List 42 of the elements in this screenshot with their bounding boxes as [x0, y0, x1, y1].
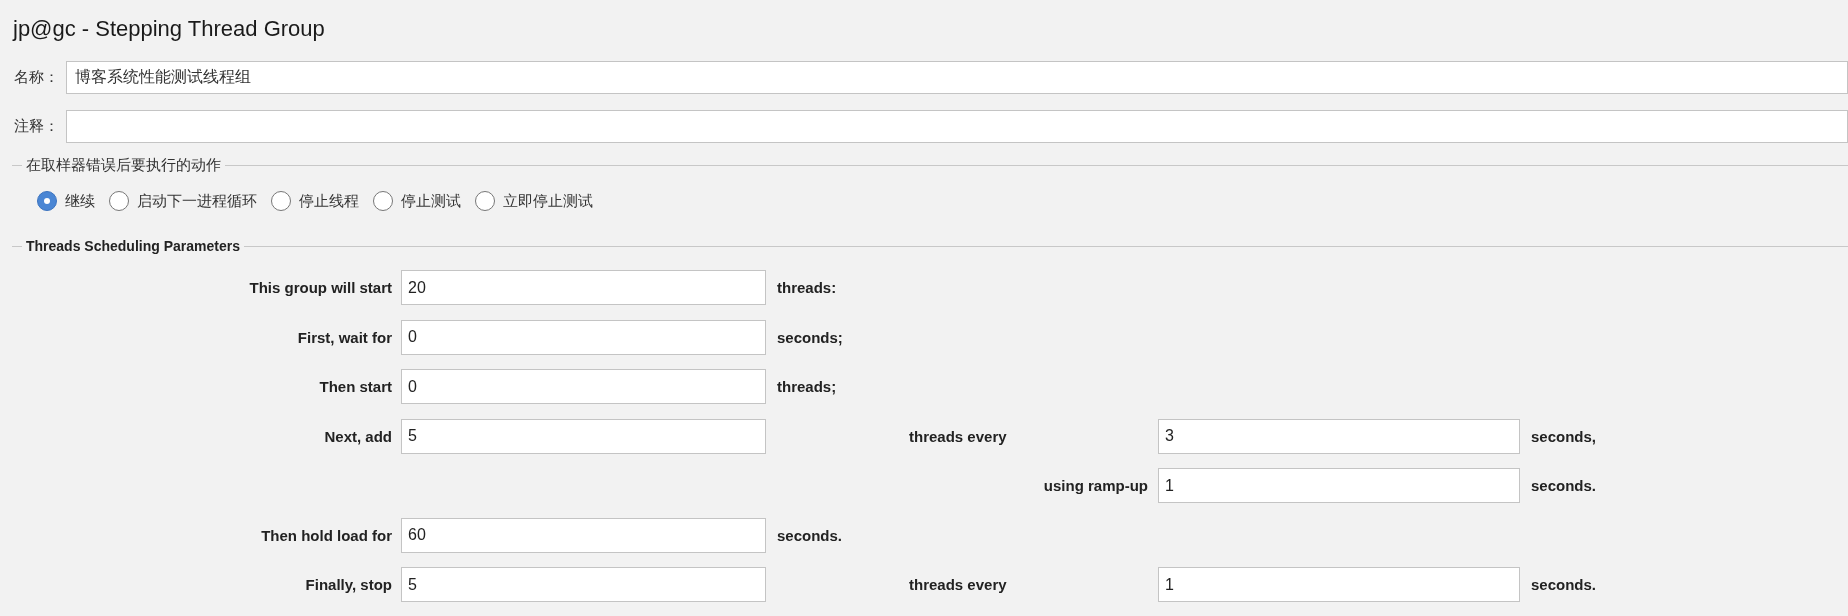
- parameter-label: First, wait for: [297, 328, 392, 346]
- panel-title: jp@gc - Stepping Thread Group: [11, 15, 326, 43]
- unit-label: threads:: [777, 279, 837, 296]
- parameter-field[interactable]: 5: [401, 567, 766, 602]
- parameter-field[interactable]: 0: [401, 369, 766, 404]
- comment-label: 注释：: [13, 117, 60, 136]
- parameter-label: threads every: [909, 576, 1007, 593]
- parameter-field[interactable]: 20: [401, 270, 766, 305]
- parameter-label: Then hold load for: [261, 526, 392, 544]
- name-field[interactable]: 博客系统性能测试线程组: [66, 61, 1848, 94]
- radio-button[interactable]: [373, 191, 393, 211]
- parameter-label: using ramp-up: [1043, 477, 1148, 494]
- parameter-label: threads every: [909, 427, 1007, 445]
- parameter-label: Finally, stop: [305, 576, 392, 593]
- radio-label: 启动下一进程循环: [137, 191, 257, 211]
- parameter-field[interactable]: 1: [1158, 567, 1520, 602]
- radio-label: 继续: [65, 191, 95, 211]
- section-legend: 在取样器错误后要执行的动作: [22, 155, 225, 175]
- parameter-field[interactable]: 1: [1158, 468, 1520, 503]
- radio-button[interactable]: [475, 191, 495, 211]
- name-label: 名称：: [13, 68, 60, 87]
- parameter-label: This group will start: [249, 279, 392, 296]
- radio-label: 停止线程: [299, 191, 359, 211]
- unit-label: seconds.: [1531, 576, 1597, 593]
- section-legend: Threads Scheduling Parameters: [22, 238, 244, 254]
- parameter-label: Then start: [319, 378, 392, 395]
- radio-button[interactable]: [37, 191, 57, 211]
- unit-label: seconds.: [1531, 477, 1597, 494]
- radio-label: 停止测试: [401, 191, 461, 211]
- unit-label: seconds;: [777, 328, 843, 346]
- parameter-field[interactable]: 60: [401, 517, 766, 553]
- unit-label: threads;: [777, 378, 837, 395]
- radio-label: 立即停止测试: [503, 191, 593, 211]
- parameter-field[interactable]: 3: [1158, 418, 1520, 454]
- parameter-field[interactable]: 5: [401, 418, 766, 454]
- radio-button[interactable]: [109, 191, 129, 211]
- parameter-label: Next, add: [324, 427, 392, 445]
- unit-label: seconds,: [1531, 427, 1597, 445]
- comment-field[interactable]: [66, 110, 1848, 143]
- unit-label: seconds.: [777, 526, 843, 544]
- parameter-field[interactable]: 0: [401, 319, 766, 355]
- radio-button[interactable]: [271, 191, 291, 211]
